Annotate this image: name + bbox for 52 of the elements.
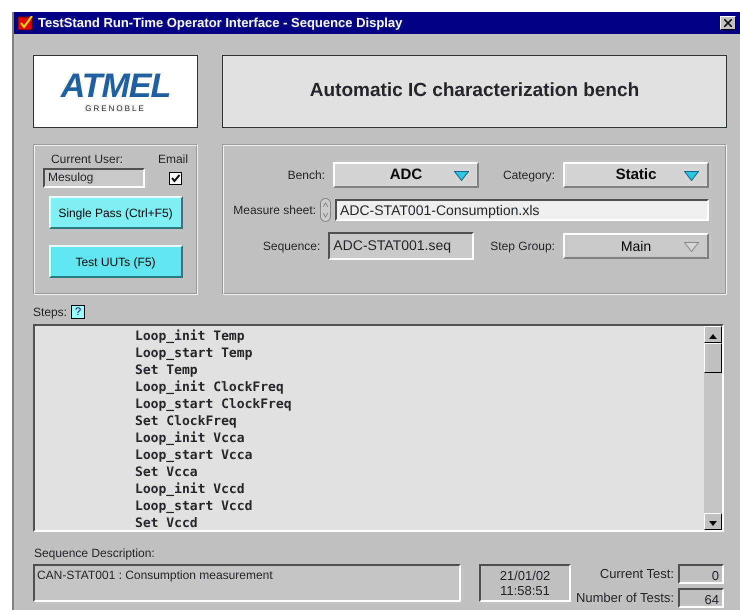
field-label: Bench:: [288, 167, 325, 184]
step-item[interactable]: Loop_start Vccd: [135, 499, 252, 514]
window-title: TestStand Run-Time Operator Interface - Sequence Display: [38, 14, 404, 32]
app-heading: Automatic IC characterization bench: [310, 79, 640, 104]
step-item[interactable]: Loop_init Temp: [135, 329, 245, 344]
date-text: 21/01/02: [500, 568, 550, 583]
step-item[interactable]: Loop_init ClockFreq: [135, 380, 284, 395]
field-label: Current Test:: [600, 565, 674, 584]
scroll-thumb[interactable]: [704, 343, 722, 373]
company-logo: ATMEL GRENOBLE: [33, 55, 198, 128]
number-of-tests-field: 64: [678, 588, 724, 608]
email-checkbox[interactable]: [169, 172, 182, 184]
close-icon: [724, 18, 732, 27]
single-pass-button[interactable]: Single Pass (Ctrl+F5): [48, 196, 182, 229]
category-dropdown[interactable]: Static: [563, 162, 709, 188]
help-button[interactable]: ?: [71, 305, 86, 319]
down-arrow-icon: [709, 521, 717, 526]
up-arrow-icon: [709, 334, 717, 340]
sequence-field: ADC-STAT001.seq: [328, 232, 474, 260]
scroll-down-button[interactable]: [704, 513, 722, 530]
step-item[interactable]: Loop_start Temp: [135, 346, 252, 361]
description-field: CAN-STAT001 : Consumption measurement: [33, 564, 461, 602]
field-label: Current User:: [50, 151, 124, 168]
step-item[interactable]: Loop_init Vcca: [135, 431, 245, 446]
step-item[interactable]: Set Vcca: [135, 465, 198, 480]
caret-icon: [684, 242, 699, 252]
user-field: Mesulog: [43, 168, 145, 188]
description-label: Sequence Description:: [34, 546, 155, 560]
current-test-field: 0: [678, 564, 724, 584]
steps-label: Steps:: [33, 304, 68, 321]
test-uuts-button[interactable]: Test UUTs (F5): [48, 245, 182, 278]
step-item[interactable]: Loop_start ClockFreq: [135, 397, 292, 412]
scrollbar[interactable]: [704, 326, 722, 530]
measure-sheet-field[interactable]: ADC-STAT001-Consumption.xls: [335, 199, 709, 221]
field-label: Measure sheet:: [233, 202, 316, 219]
scroll-up-button[interactable]: [704, 326, 722, 343]
step-item[interactable]: Loop_init Vccd: [135, 482, 245, 497]
field-label: Step Group:: [490, 238, 555, 255]
time-text: 11:58:51: [500, 583, 550, 598]
close-button[interactable]: [720, 16, 736, 30]
field-label: Category:: [502, 167, 555, 184]
bench-dropdown[interactable]: ADC: [332, 162, 479, 188]
step-item[interactable]: Set Vccd: [135, 516, 198, 530]
step-item[interactable]: Loop_start Vcca: [135, 448, 252, 463]
field-label: Sequence:: [262, 238, 320, 255]
app-icon: [18, 16, 34, 30]
step-item[interactable]: Set ClockFreq: [135, 414, 237, 429]
step-item[interactable]: Set Temp: [135, 363, 198, 378]
field-label: Email: [158, 151, 188, 168]
field-label: Number of Tests:: [576, 589, 674, 608]
caret-icon: [454, 171, 469, 181]
caret-icon: [684, 171, 699, 181]
